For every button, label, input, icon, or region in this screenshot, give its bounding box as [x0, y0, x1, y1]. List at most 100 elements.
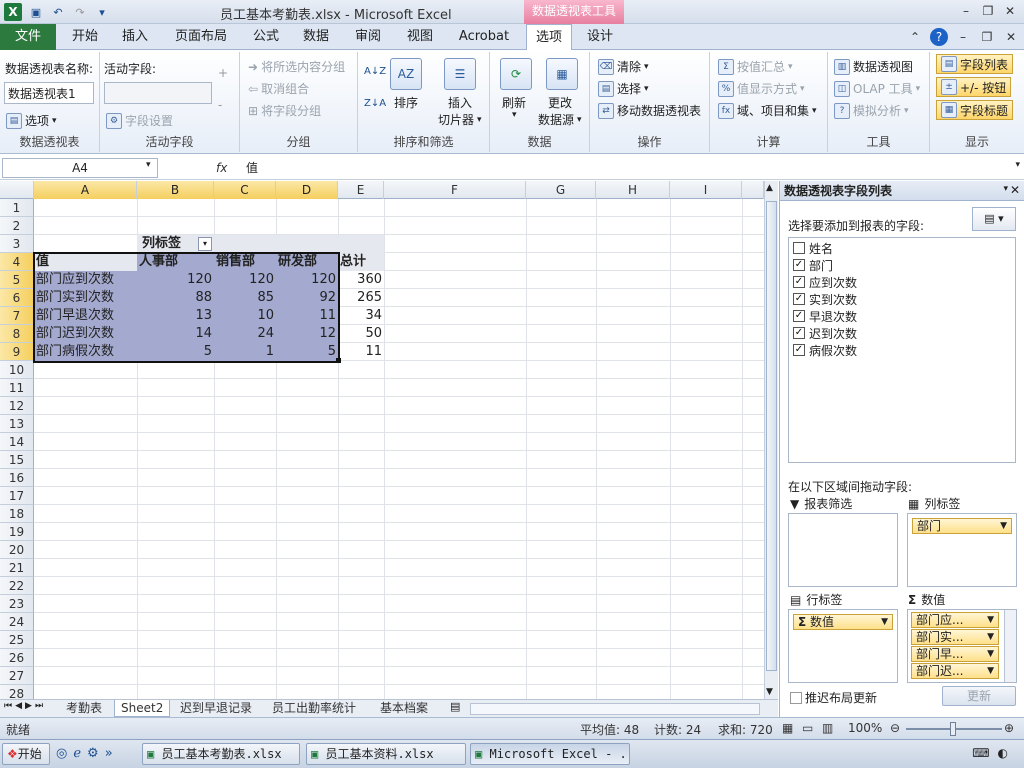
expand-field-icon[interactable]: +: [218, 66, 228, 80]
ungroup-button[interactable]: ⇦ 取消组合: [248, 80, 309, 97]
col-header-g[interactable]: G: [526, 181, 596, 199]
row-header[interactable]: 27: [0, 667, 34, 685]
tab-acrobat[interactable]: Acrobat: [452, 24, 516, 50]
field-item[interactable]: 姓名: [793, 240, 833, 256]
column-field-department[interactable]: 部门 ▼: [912, 518, 1012, 534]
col-header-f[interactable]: F: [384, 181, 526, 199]
zoom-out-icon[interactable]: ⊖: [890, 721, 900, 735]
scroll-down-icon[interactable]: ▼: [766, 687, 773, 697]
row-header[interactable]: 6: [0, 289, 34, 307]
tab-review[interactable]: 审阅: [346, 24, 390, 50]
olap-tools-button[interactable]: ◫ OLAP 工具 ▾: [834, 80, 920, 97]
whatif-button[interactable]: ? 模拟分析 ▾: [834, 102, 909, 119]
expand-formula-icon[interactable]: ▾: [1015, 160, 1020, 170]
sort-icon[interactable]: AZ: [390, 58, 422, 90]
row-header[interactable]: 5: [0, 271, 34, 289]
defer-update-option[interactable]: 推迟布局更新: [790, 689, 877, 706]
row-header[interactable]: 1: [0, 199, 34, 217]
col-header-j[interactable]: [742, 181, 764, 199]
sheet-tab[interactable]: 迟到早退记录: [174, 700, 258, 717]
column-labels-area[interactable]: 部门 ▼: [907, 513, 1017, 587]
row-header[interactable]: 21: [0, 559, 34, 577]
value-field[interactable]: 部门早... ▼: [911, 646, 999, 662]
pivot-total-header[interactable]: 总计: [338, 253, 384, 271]
field-item[interactable]: ✓ 迟到次数: [793, 325, 857, 341]
field-checkbox[interactable]: ✓: [793, 276, 805, 288]
restore-workbook-icon[interactable]: ❐: [978, 28, 996, 46]
field-checkbox[interactable]: ✓: [793, 259, 805, 271]
row-header[interactable]: 18: [0, 505, 34, 523]
group-field-button[interactable]: ⊞ 将字段分组: [248, 102, 321, 119]
minimize-workbook-icon[interactable]: –: [954, 28, 972, 46]
row-header[interactable]: 26: [0, 649, 34, 667]
headers-toggle[interactable]: ▦ 字段标题: [936, 100, 1014, 120]
field-item[interactable]: ✓ 病假次数: [793, 342, 857, 358]
layout-toggle-icon[interactable]: ▤ ▾: [972, 207, 1016, 231]
row-header[interactable]: 8: [0, 325, 34, 343]
slicer-icon[interactable]: ☰: [444, 58, 476, 90]
col-header-c[interactable]: C: [214, 181, 276, 199]
scroll-up-icon[interactable]: ▲: [766, 183, 773, 193]
field-checkbox[interactable]: ✓: [793, 293, 805, 305]
col-header-b[interactable]: B: [137, 181, 214, 199]
zoom-slider-thumb[interactable]: [950, 722, 956, 736]
formula-input[interactable]: 值: [246, 158, 258, 178]
summarize-button[interactable]: Σ 按值汇总 ▾: [718, 58, 793, 75]
sort-asc-icon[interactable]: A↓Z: [364, 66, 386, 77]
tab-file[interactable]: 文件: [0, 24, 56, 50]
view-page-break-icon[interactable]: ▥: [822, 721, 833, 735]
refresh-icon[interactable]: ⟳: [500, 58, 532, 90]
sheet-nav-icons[interactable]: ⏮◀▶⏭: [4, 701, 46, 711]
name-box-dropdown-icon[interactable]: ▾: [146, 160, 151, 170]
redo-icon[interactable]: ↷: [72, 4, 88, 20]
row-header[interactable]: 11: [0, 379, 34, 397]
start-button[interactable]: ❖开始: [2, 743, 50, 765]
row-header[interactable]: 24: [0, 613, 34, 631]
field-item[interactable]: ✓ 早退次数: [793, 308, 857, 324]
change-source-label[interactable]: 更改: [548, 94, 572, 111]
pivot-total-cell[interactable]: 11: [338, 343, 384, 361]
customize-qat-icon[interactable]: ▾: [94, 4, 110, 20]
insert-slicer-label-2[interactable]: 切片器 ▾: [438, 111, 482, 128]
row-field-values[interactable]: Σ 数值 ▼: [793, 614, 893, 630]
chevron-down-icon[interactable]: ▾: [512, 110, 517, 120]
row-header[interactable]: 16: [0, 469, 34, 487]
quick-launch-icons[interactable]: ◎ℯ⚙»: [56, 746, 119, 761]
col-header-d[interactable]: D: [276, 181, 338, 199]
change-source-icon[interactable]: ▦: [546, 58, 578, 90]
fx-icon[interactable]: fx: [216, 158, 234, 178]
name-box[interactable]: A4: [2, 158, 158, 178]
value-field[interactable]: 部门应... ▼: [911, 612, 999, 628]
field-checkbox[interactable]: ✓: [793, 344, 805, 356]
taskbar-item[interactable]: ▣ 员工基本资料.xlsx: [306, 743, 466, 765]
insert-slicer-label[interactable]: 插入: [448, 94, 472, 111]
row-header[interactable]: 14: [0, 433, 34, 451]
refresh-label[interactable]: 刷新: [502, 94, 526, 111]
row-header[interactable]: 12: [0, 397, 34, 415]
scroll-thumb[interactable]: [766, 201, 777, 671]
pivot-total-cell[interactable]: 360: [338, 271, 384, 289]
excel-logo-icon[interactable]: X: [4, 3, 22, 21]
row-header[interactable]: 13: [0, 415, 34, 433]
fill-handle[interactable]: [336, 358, 341, 363]
view-normal-icon[interactable]: ▦: [782, 721, 793, 735]
value-field[interactable]: 部门迟... ▼: [911, 663, 999, 679]
tab-design[interactable]: 设计: [578, 24, 622, 50]
row-header[interactable]: 23: [0, 595, 34, 613]
sheet-tab[interactable]: 员工出勤率统计: [266, 700, 362, 717]
horizontal-scrollbar[interactable]: [470, 703, 760, 715]
tab-options[interactable]: 选项: [526, 24, 572, 51]
group-selection-button[interactable]: ➜ 将所选内容分组: [248, 58, 345, 75]
ribbon-collapse-icon[interactable]: ⌃: [906, 28, 924, 46]
close-icon[interactable]: ✕: [1000, 2, 1020, 20]
field-item[interactable]: ✓ 实到次数: [793, 291, 857, 307]
row-header[interactable]: 4: [0, 253, 34, 271]
tab-view[interactable]: 视图: [398, 24, 442, 50]
sort-desc-icon[interactable]: Z↓A: [364, 98, 386, 109]
tray-icons[interactable]: ⌨◐: [972, 746, 1016, 760]
row-header[interactable]: 22: [0, 577, 34, 595]
pivot-total-cell[interactable]: 34: [338, 307, 384, 325]
field-item[interactable]: ✓ 部门: [793, 257, 833, 273]
field-settings-button[interactable]: ⚙ 字段设置: [106, 112, 173, 129]
tab-page-layout[interactable]: 页面布局: [164, 24, 238, 50]
